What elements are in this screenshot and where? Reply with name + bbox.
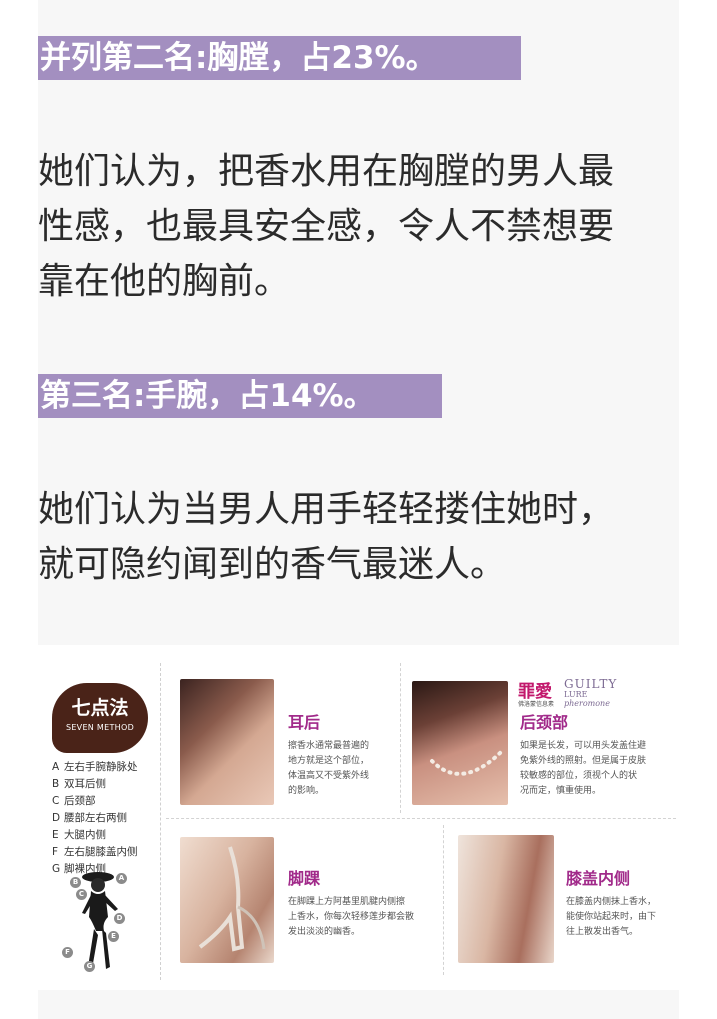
panel-desc-line: 况而定，慎重使用。 [520,786,602,796]
section-paragraph-chest: 她们认为，把香水用在胸膛的男人最 性感，也最具安全感，令人不禁想要 靠在他的胸前… [38,144,679,309]
section-heading-chest: 并列第二名:胸膛，占23%。 [38,36,521,80]
brand-pheromone: pheromone [564,699,610,708]
panel-title-ankle: 脚踝 [288,869,321,888]
panel-title-ear: 耳后 [288,713,321,732]
panel-desc-ankle: 在脚踝上方阿基里肌腱内侧擦 上香水，你每次轻移莲步都会散 发出淡淡的幽香。 [288,895,414,940]
method-item: A 左右手腕静脉处 [52,759,138,776]
figure-dot-f: F [62,947,73,958]
method-letter: E [52,829,59,841]
method-item: B 双耳后侧 [52,776,138,793]
method-text: 腰部左右两侧 [64,812,127,824]
brand-mark-sub: 佛洛蒙信息素 [518,701,555,708]
paragraph-line: 就可隐约闻到的香气最迷人。 [38,544,507,585]
panel-desc-knee: 在膝盖内侧抹上香水， 能使你站起来时，由下 往上散发出香气。 [566,895,656,940]
figure-dot-b: B [70,877,81,888]
method-item: D 腰部左右两侧 [52,810,138,827]
panel-desc-ear: 擦香水通常最普遍的 地方就是这个部位， 体温高又不受紫外线 的影响。 [288,739,369,799]
article-footer-strip [38,990,679,1019]
brand-lure: LURE [564,690,588,699]
panel-desc-line: 的影响。 [288,786,325,796]
panel-desc-line: 较敏感的部位，须视个人的状 [520,771,638,781]
method-letter: C [52,795,60,807]
panel-desc-line: 发出淡淡的幽香。 [288,927,361,937]
panel-desc-line: 在脚踝上方阿基里肌腱内侧擦 [288,897,406,907]
method-item: C 后颈部 [52,793,138,810]
method-text: 后颈部 [64,795,96,807]
method-item: F 左右腿膝盖内侧 [52,844,138,861]
neck-photo [412,681,508,805]
panel-desc-neck: 如果是长发，可以用头发盖住避 免紫外线的照射。但是属于皮肤 较敏感的部位，须视个… [520,739,646,799]
method-text: 左右手腕静脉处 [64,761,138,773]
paragraph-line: 她们认为，把香水用在胸膛的男人最 [38,151,615,192]
guilty-lure-logo: 罪愛 佛洛蒙信息素 GUILTY LURE pheromone [518,677,628,709]
ankle-photo [180,837,274,963]
paragraph-line: 性感，也最具安全感，令人不禁想要 [38,206,615,247]
section-paragraph-wrist: 她们认为当男人用手轻轻搂住她时， 就可隐约闻到的香气最迷人。 [38,482,679,592]
seven-method-panel: 七点法 SEVEN METHOD A 左右手腕静脉处 B 双耳后侧 C 后颈部 D 腰部… [38,663,161,980]
panel-desc-line: 在膝盖内侧抹上香水， [566,897,657,907]
badge-title: 七点法 [71,697,129,719]
badge-subtitle: SEVEN METHOD [65,723,135,732]
panel-desc-line: 擦香水通常最普遍的 [288,741,370,751]
woman-figure-illustration: A B C D E F G [58,869,150,977]
method-list: A 左右手腕静脉处 B 双耳后侧 C 后颈部 D 腰部左右两侧 E 大腿内侧 F 左右腿膝盖… [52,759,138,878]
figure-dot-g: G [84,961,95,972]
knee-photo [458,835,554,963]
brand-english: GUILTY [564,677,618,691]
perfume-infographic: 七点法 SEVEN METHOD A 左右手腕静脉处 B 双耳后侧 C 后颈部 D 腰部… [38,645,679,990]
figure-dot-d: D [114,913,125,924]
paragraph-line: 她们认为当男人用手轻轻搂住她时， [38,489,615,530]
panel-desc-line: 往上散发出香气。 [566,927,639,937]
panel-desc-line: 能使你站起来时，由下 [566,912,657,922]
panel-desc-line: 上香水，你每次轻移莲步都会散 [288,912,415,922]
paragraph-line: 靠在他的胸前。 [38,261,291,302]
figure-dot-c: C [76,889,87,900]
divider [443,825,444,975]
section-heading-wrist: 第三名:手腕，占14%。 [38,374,442,418]
method-letter: A [52,761,60,773]
method-letter: D [52,812,61,824]
ear-photo [180,679,274,805]
method-text: 双耳后侧 [64,778,106,790]
divider [400,663,401,813]
high-heel-icon [198,846,266,952]
divider [166,818,676,819]
panel-desc-line: 地方就是这个部位， [288,756,370,766]
method-letter: F [52,846,59,858]
method-text: 大腿内侧 [64,829,106,841]
seven-method-badge: 七点法 SEVEN METHOD [52,683,148,753]
panel-title-knee: 膝盖内侧 [566,869,631,888]
method-item: E 大腿内侧 [52,827,138,844]
panel-title-neck: 后颈部 [520,713,569,732]
panel-desc-line: 免紫外线的照射。但是属于皮肤 [520,756,647,766]
figure-dot-a: A [116,873,127,884]
method-text: 左右腿膝盖内侧 [64,846,138,858]
panel-desc-line: 如果是长发，可以用头发盖住避 [520,741,647,751]
figure-dot-e: E [108,931,119,942]
panel-desc-line: 体温高又不受紫外线 [288,771,370,781]
pearl-necklace-icon [430,749,504,776]
method-letter: B [52,778,60,790]
